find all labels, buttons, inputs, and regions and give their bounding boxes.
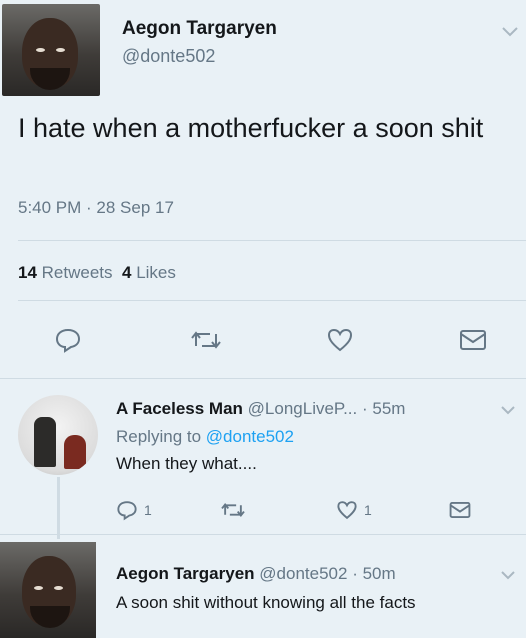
reply-button[interactable]: 1 xyxy=(116,499,152,521)
likes-count[interactable]: 4 xyxy=(122,263,131,282)
like-button[interactable]: 1 xyxy=(336,499,372,521)
tweet-header: A Faceless Man @LongLiveP... · 55m xyxy=(116,399,405,419)
likes-label[interactable]: Likes xyxy=(136,263,176,282)
reply-count: 1 xyxy=(144,502,152,518)
message-button[interactable] xyxy=(458,326,488,354)
reply-icon xyxy=(55,328,81,353)
replying-to: Replying to @donte502 xyxy=(116,427,294,447)
replying-label: Replying to xyxy=(116,427,202,446)
divider xyxy=(18,240,526,241)
retweet-button[interactable] xyxy=(190,326,222,354)
heart-icon xyxy=(327,328,353,352)
user-handle[interactable]: @donte502 xyxy=(259,564,347,583)
divider xyxy=(18,300,526,301)
divider xyxy=(0,378,526,379)
user-handle[interactable]: @LongLiveP... xyxy=(248,399,358,418)
main-tweet: Aegon Targaryen @donte502 I hate when a … xyxy=(0,0,526,375)
chevron-down-icon[interactable] xyxy=(500,405,516,415)
reply-icon xyxy=(117,501,137,521)
retweets-label[interactable]: Retweets xyxy=(42,263,113,282)
heart-icon xyxy=(337,501,357,520)
reply-button[interactable] xyxy=(54,326,82,354)
tweet-header: Aegon Targaryen @donte502 · 50m xyxy=(116,564,396,584)
display-name[interactable]: Aegon Targaryen xyxy=(116,564,255,583)
tweet-actions xyxy=(0,326,526,358)
display-name[interactable]: A Faceless Man xyxy=(116,399,243,418)
chevron-down-icon[interactable] xyxy=(500,570,516,580)
tweet-time[interactable]: · 55m xyxy=(362,399,405,418)
tweet-text: I hate when a motherfucker a soon shit xyxy=(18,113,484,143)
avatar[interactable] xyxy=(18,395,98,475)
envelope-icon xyxy=(460,330,486,350)
retweet-button[interactable] xyxy=(220,499,246,521)
like-button[interactable] xyxy=(326,326,354,354)
retweets-count[interactable]: 14 xyxy=(18,263,37,282)
tweet-time[interactable]: · 50m xyxy=(352,564,395,583)
divider xyxy=(0,534,526,535)
mention-link[interactable]: @donte502 xyxy=(206,427,294,446)
like-count: 1 xyxy=(364,502,372,518)
message-button[interactable] xyxy=(448,499,472,521)
chevron-down-icon[interactable] xyxy=(500,26,520,38)
display-name[interactable]: Aegon Targaryen xyxy=(122,18,277,40)
avatar[interactable] xyxy=(2,4,100,96)
envelope-icon xyxy=(449,501,471,519)
tweet-timestamp[interactable]: 5:40 PM · 28 Sep 17 xyxy=(18,198,174,218)
retweet-icon xyxy=(221,502,245,518)
tweet-text: When they what.... xyxy=(116,454,257,473)
retweet-icon xyxy=(191,331,221,349)
engagement-stats: 14 Retweets 4 Likes xyxy=(18,263,176,283)
tweet-screenshot: Aegon Targaryen @donte502 I hate when a … xyxy=(0,0,526,638)
user-handle[interactable]: @donte502 xyxy=(122,46,215,67)
reply-tweet[interactable]: A Faceless Man @LongLiveP... · 55m Reply… xyxy=(0,385,526,539)
reply-tweet[interactable]: Aegon Targaryen @donte502 · 50m A soon s… xyxy=(0,540,526,638)
avatar[interactable] xyxy=(0,542,96,638)
tweet-actions: 1 1 xyxy=(0,499,526,525)
tweet-text: A soon shit without knowing all the fact… xyxy=(116,593,416,612)
